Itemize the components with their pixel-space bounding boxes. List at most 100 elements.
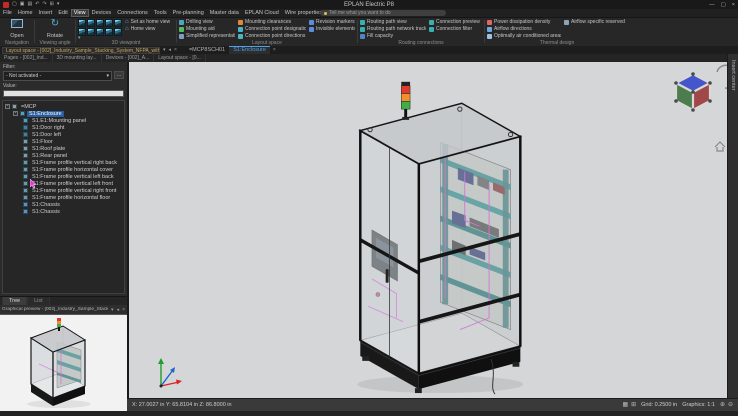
preview-cabinet-drawing: [21, 316, 107, 412]
ribbon-tab[interactable]: Tools: [151, 9, 170, 17]
ribbon-button-connection-point-designations[interactable]: Connection point designations: [238, 26, 306, 32]
ribbon-tab[interactable]: Master data: [207, 9, 242, 17]
ribbon-button-drilling-view[interactable]: Drilling view: [179, 19, 235, 25]
ribbon-button-connection-filter[interactable]: Connection filter: [429, 26, 481, 32]
tree-item[interactable]: S1.E1:Mounting panel: [23, 117, 124, 124]
tree-item[interactable]: S1:Door right: [23, 124, 124, 131]
group-divider: [484, 20, 485, 43]
ribbon-button-optimally-air-conditioned-areas[interactable]: Optimally air conditioned areas: [487, 33, 561, 39]
window-control-maximize[interactable]: ▢: [721, 1, 726, 9]
button-icon: [179, 27, 184, 32]
document-tab[interactable]: S1:Enclosure: [229, 46, 270, 54]
search-input[interactable]: Tell me what you want to do: [320, 10, 446, 16]
component-icon: [23, 146, 28, 151]
viewpoint-icon-right[interactable]: [96, 28, 104, 36]
status-icon-grid-display[interactable]: ▦: [622, 400, 628, 410]
group-divider: [34, 20, 35, 43]
3d-mounting-layout-navigator: Filter: - Not activated - ▾ … Value: - =…: [0, 62, 127, 296]
viewpoint-icon-bottom[interactable]: [114, 28, 122, 36]
ribbon-button-power-dissipation-density[interactable]: Power dissipation density: [487, 19, 561, 25]
panel-tab[interactable]: 3D mounting lay...: [53, 54, 102, 62]
ribbon-button-connection-point-directions[interactable]: Connection point directions: [238, 33, 306, 39]
tree-item[interactable]: S1:Frame profile vertical right back: [23, 159, 124, 166]
layout-space-canvas[interactable]: [129, 62, 727, 398]
ribbon-button-airflow-directions[interactable]: Airflow directions: [487, 26, 561, 32]
ribbon-tab[interactable]: Wire properties: [282, 9, 325, 17]
tree-item[interactable]: S1:Frame profile horizontal floor: [23, 194, 124, 201]
viewpoint-icon-iso-south-west[interactable]: [87, 19, 95, 27]
ribbon-button-routing-path-network-tracking[interactable]: Routing path network tracking: [360, 26, 426, 32]
filter-select[interactable]: - Not activated - ▾: [3, 71, 112, 81]
home-view-buttons: ⌂ Set as home view ⌂ Home view: [125, 19, 170, 39]
tree-item[interactable]: S1:Frame profile vertical left front: [23, 180, 124, 187]
filter-more-button[interactable]: …: [114, 71, 124, 79]
ribbon-button-routing-path-view[interactable]: Routing path view: [360, 19, 426, 25]
ribbon-tab[interactable]: View: [71, 9, 89, 17]
viewpoint-icon-front[interactable]: [114, 19, 122, 27]
ribbon-button-mounting-clearances[interactable]: Mounting clearances: [238, 19, 306, 25]
insert-center-dock-tab[interactable]: Insert center: [727, 54, 738, 398]
button-icon: [564, 20, 569, 25]
pin-icon[interactable]: ◂: [117, 307, 120, 313]
ribbon-button-set-as-home-view[interactable]: ⌂ Set as home view: [125, 19, 170, 25]
viewpoint-icon-iso-north-west[interactable]: [105, 19, 113, 27]
tree-item-enclosure[interactable]: - S1:Enclosure: [13, 110, 124, 117]
tree-root[interactable]: - =MCP: [5, 103, 124, 110]
viewpoint-icon-left[interactable]: [87, 28, 95, 36]
view-cube[interactable]: [671, 70, 715, 114]
tree-item[interactable]: S1:Chassis: [23, 208, 124, 215]
window-control-close[interactable]: ×: [732, 1, 735, 9]
close-icon[interactable]: ×: [122, 307, 125, 313]
tree-item[interactable]: S1:Frame profile horizontal cover: [23, 166, 124, 173]
window-control-minimize[interactable]: —: [709, 1, 715, 9]
ribbon-button-airflow-specific-reserved-areas[interactable]: Airflow specific reserved areas: [564, 19, 626, 25]
ribbon-button-connection-preview[interactable]: Connection preview: [429, 19, 481, 25]
viewpoint-icon-top[interactable]: [105, 28, 113, 36]
ribbon-button-simplified-representation[interactable]: Simplified representation: [179, 33, 235, 39]
ribbon-tab[interactable]: Pre-planning: [170, 9, 207, 17]
ribbon-tab[interactable]: Devices: [89, 9, 115, 17]
tree-item[interactable]: S1:Frame profile vertical right front: [23, 187, 124, 194]
ribbon-button-mounting-aid[interactable]: Mounting aid: [179, 26, 235, 32]
ribbon-tab[interactable]: File: [0, 9, 15, 17]
tree-item[interactable]: S1:Floor: [23, 138, 124, 145]
graphical-preview-canvas[interactable]: [0, 314, 127, 411]
component-icon: [23, 132, 28, 137]
tree-item[interactable]: S1:Chassis: [23, 201, 124, 208]
collapse-icon[interactable]: -: [13, 111, 18, 116]
ribbon-button-invisible-elements[interactable]: Invisible elements: [309, 26, 355, 32]
tree-item[interactable]: S1:Frame profile vertical left back: [23, 173, 124, 180]
viewpoint-icon-iso-north-east[interactable]: [96, 19, 104, 27]
ribbon-tab[interactable]: Edit: [55, 9, 70, 17]
collapse-icon[interactable]: -: [5, 104, 10, 109]
rotate-button[interactable]: ↻ Rotate: [37, 19, 73, 39]
panel-tab[interactable]: Layout space - [0...: [154, 54, 206, 62]
value-input[interactable]: [3, 90, 124, 97]
home-view-icon[interactable]: [713, 140, 727, 153]
panel-tab[interactable]: Devices - [002]_A...: [102, 54, 155, 62]
dropdown-icon[interactable]: ▾: [111, 307, 114, 313]
component-icon: [23, 139, 28, 144]
pin-icon[interactable]: ◂: [169, 47, 172, 53]
zoom-icon-zoom-out[interactable]: ⊖: [728, 400, 733, 410]
close-document-icon[interactable]: ×: [273, 47, 276, 53]
panel-tab[interactable]: Pages - [002]_Ind...: [0, 54, 53, 62]
navigator-window-tab[interactable]: Layout space - [002]_Industry_Sample_Sta…: [2, 47, 160, 54]
ribbon-button-revision-markers[interactable]: Revision markers: [309, 19, 355, 25]
tree-item[interactable]: S1:Roof plate: [23, 145, 124, 152]
status-icon-snap-to-grid[interactable]: ⊞: [631, 400, 636, 410]
ribbon-tab[interactable]: Home: [15, 9, 36, 17]
ribbon-button-fill-capacity[interactable]: Fill capacity: [360, 33, 426, 39]
ribbon-tab[interactable]: EPLAN Cloud: [242, 9, 282, 17]
zoom-icon-zoom-in[interactable]: ⊕: [720, 400, 725, 410]
tree-item[interactable]: S1:Rear panel: [23, 152, 124, 159]
ribbon-button-home-view[interactable]: ⌂ Home view: [125, 26, 170, 32]
dropdown-icon[interactable]: ▾: [163, 47, 166, 53]
open-button[interactable]: Open: [2, 19, 32, 39]
ribbon-tab[interactable]: Insert: [36, 9, 56, 17]
document-tab[interactable]: =MCP8SCH01: [185, 46, 229, 54]
close-icon[interactable]: ×: [174, 47, 177, 53]
ribbon-tab[interactable]: Connections: [114, 9, 151, 17]
viewpoint-icon-iso-south-east[interactable]: [78, 19, 86, 27]
tree-item[interactable]: S1:Door left: [23, 131, 124, 138]
